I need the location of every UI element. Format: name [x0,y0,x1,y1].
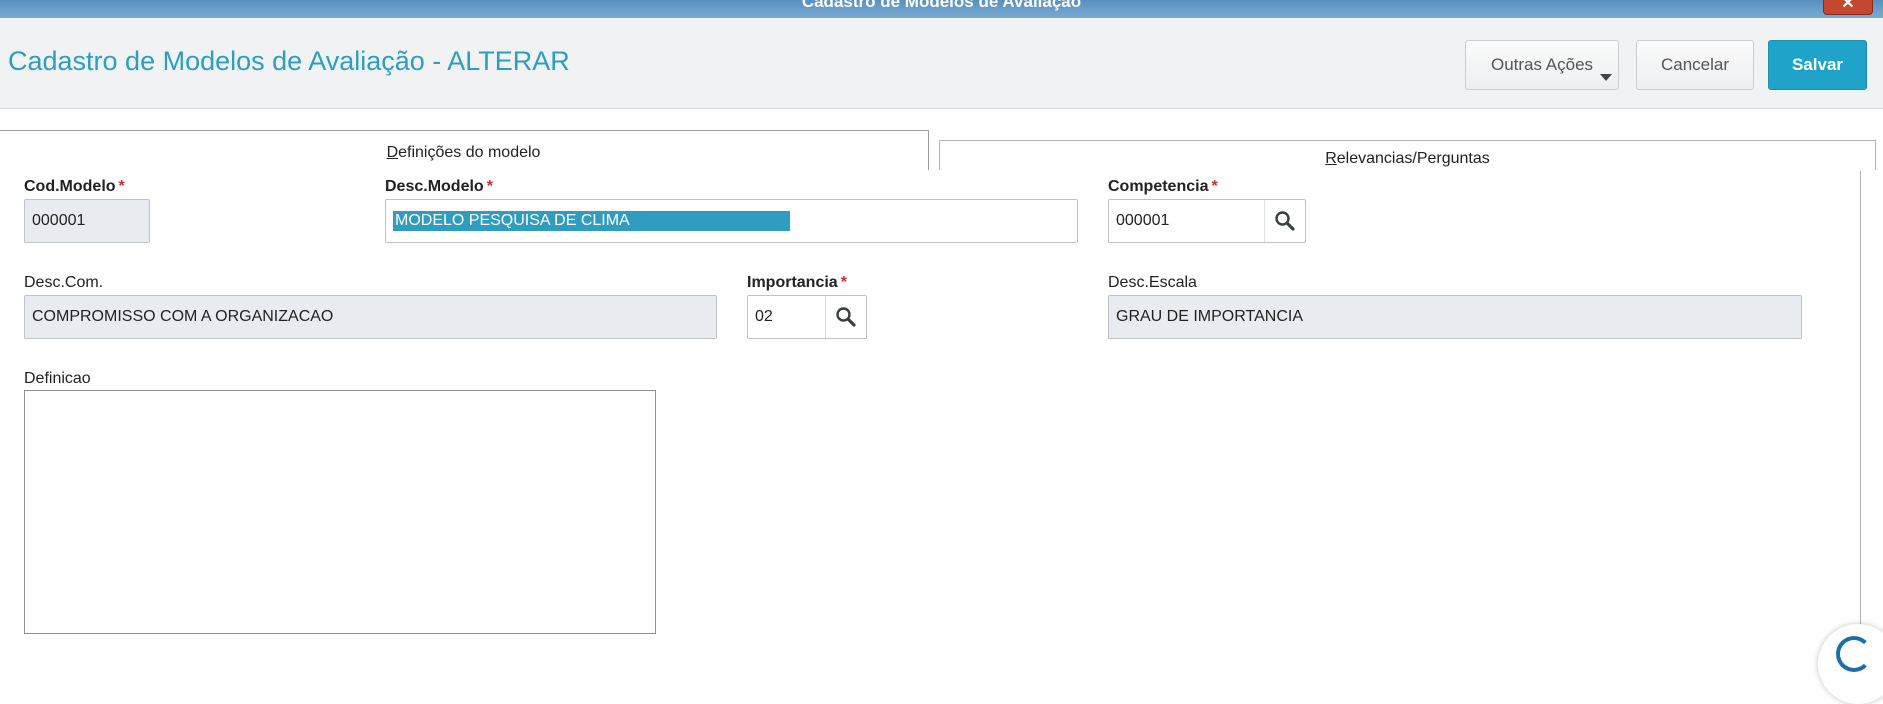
cod-modelo-label-text: Cod.Modelo [24,178,116,195]
tab-definicoes-accesskey: D [386,144,399,161]
required-mark: * [486,178,493,195]
desc-modelo-field[interactable]: MODELO PESQUISA DE CLIMA [385,199,1078,243]
tab-definicoes-label: efinições do modelo [398,144,541,161]
desc-modelo-selected-text: MODELO PESQUISA DE CLIMA [393,211,790,231]
window-titlebar: Cadastro de Modelos de Avaliação ✕ [0,0,1883,18]
definicao-textarea[interactable] [24,390,656,634]
cod-modelo-label: Cod.Modelo * [24,178,125,196]
desc-modelo-label: Desc.Modelo * [385,178,493,196]
cod-modelo-field[interactable]: 000001 [24,199,150,243]
caret-down-icon [1600,74,1612,81]
importancia-label-text: Importancia [747,274,838,291]
desc-modelo-label-text: Desc.Modelo [385,178,484,195]
desc-escala-label: Desc.Escala [1108,274,1197,291]
tab-relevancias-accesskey: R [1325,150,1337,167]
page-title: Cadastro de Modelos de Avaliação - ALTER… [8,46,570,76]
importancia-field[interactable]: 02 [747,295,867,339]
tab-relevancias-label: elevancias/Perguntas [1336,150,1490,167]
page-header: Cadastro de Modelos de Avaliação - ALTER… [0,18,1883,109]
required-mark: * [1211,178,1218,195]
desc-escala-field[interactable]: GRAU DE IMPORTANCIA [1108,295,1802,339]
panel-border [1860,171,1861,655]
search-icon [836,307,856,327]
outras-acoes-button[interactable]: Outras Ações [1465,40,1619,90]
desc-com-label: Desc.Com. [24,274,104,291]
cancel-button[interactable]: Cancelar [1636,40,1754,90]
competencia-field[interactable]: 000001 [1108,199,1306,243]
help-bubble-icon [1836,636,1872,672]
search-icon [1275,211,1295,231]
assistant-button[interactable] [1818,624,1883,704]
importancia-lookup-button[interactable] [825,296,866,338]
outras-acoes-label: Outras Ações [1490,55,1594,74]
competencia-label-text: Competencia [1108,178,1209,195]
competencia-value: 000001 [1116,212,1170,229]
definicao-label: Definicao [24,370,91,387]
close-icon[interactable]: ✕ [1823,0,1873,15]
required-mark: * [118,178,125,195]
save-button[interactable]: Salvar [1768,40,1867,90]
competencia-lookup-button[interactable] [1264,200,1305,242]
importancia-label: Importancia * [747,274,847,292]
required-mark: * [840,274,847,291]
importancia-value: 02 [755,308,773,325]
tab-definicoes-do-modelo[interactable]: Definições do modelo [0,130,929,170]
tab-relevancias-perguntas[interactable]: Relevancias/Perguntas [939,140,1876,170]
competencia-label: Competencia * [1108,178,1218,196]
desc-com-field[interactable]: COMPROMISSO COM A ORGANIZACAO [24,295,717,339]
window-title: Cadastro de Modelos de Avaliação [801,0,1082,11]
